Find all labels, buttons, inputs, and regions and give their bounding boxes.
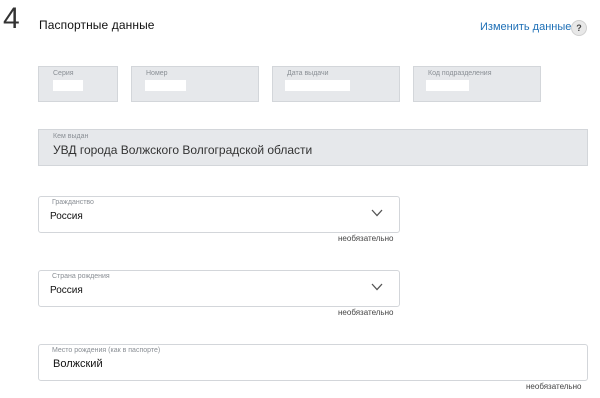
issue-date-redaction: [285, 80, 350, 91]
birth-place-optional: необязательно: [526, 382, 582, 391]
issued-by-field: Кем выдан УВД города Волжского Волгоград…: [38, 129, 588, 166]
section-title: Паспортные данные: [39, 18, 155, 32]
chevron-down-icon[interactable]: [371, 283, 383, 291]
division-code-label: Код подразделения: [428, 70, 492, 77]
birth-country-optional: необязательно: [338, 308, 394, 317]
series-label: Серия: [53, 70, 74, 77]
series-field: Серия: [38, 66, 118, 102]
birth-place-value: Волжский: [53, 358, 103, 370]
issued-by-label: Кем выдан: [53, 133, 89, 140]
passport-data-section: 4 Паспортные данные Изменить данные ? Се…: [0, 0, 600, 398]
citizenship-optional: необязательно: [338, 234, 394, 243]
step-number: 4: [3, 2, 20, 35]
birth-place-input[interactable]: Место рождения (как в паспорте) Волжский: [38, 344, 588, 381]
division-code-field: Код подразделения: [413, 66, 541, 102]
number-redaction: [145, 80, 186, 91]
issued-by-value: УВД города Волжского Волгоградской облас…: [53, 143, 313, 157]
division-code-redaction: [426, 80, 469, 91]
number-field: Номер: [131, 66, 259, 102]
help-icon[interactable]: ?: [571, 20, 587, 36]
edit-data-link[interactable]: Изменить данные: [480, 21, 571, 33]
birth-country-label: Страна рождения: [52, 273, 110, 280]
citizenship-value: Россия: [50, 211, 83, 222]
birth-place-label: Место рождения (как в паспорте): [52, 347, 161, 354]
series-redaction: [53, 80, 83, 91]
number-label: Номер: [146, 70, 168, 77]
citizenship-label: Гражданство: [52, 199, 94, 206]
issue-date-field: Дата выдачи: [272, 66, 400, 102]
birth-country-select[interactable]: Страна рождения Россия: [38, 270, 400, 307]
issue-date-label: Дата выдачи: [287, 70, 329, 77]
citizenship-select[interactable]: Гражданство Россия: [38, 196, 400, 233]
chevron-down-icon[interactable]: [371, 209, 383, 217]
birth-country-value: Россия: [50, 285, 83, 296]
